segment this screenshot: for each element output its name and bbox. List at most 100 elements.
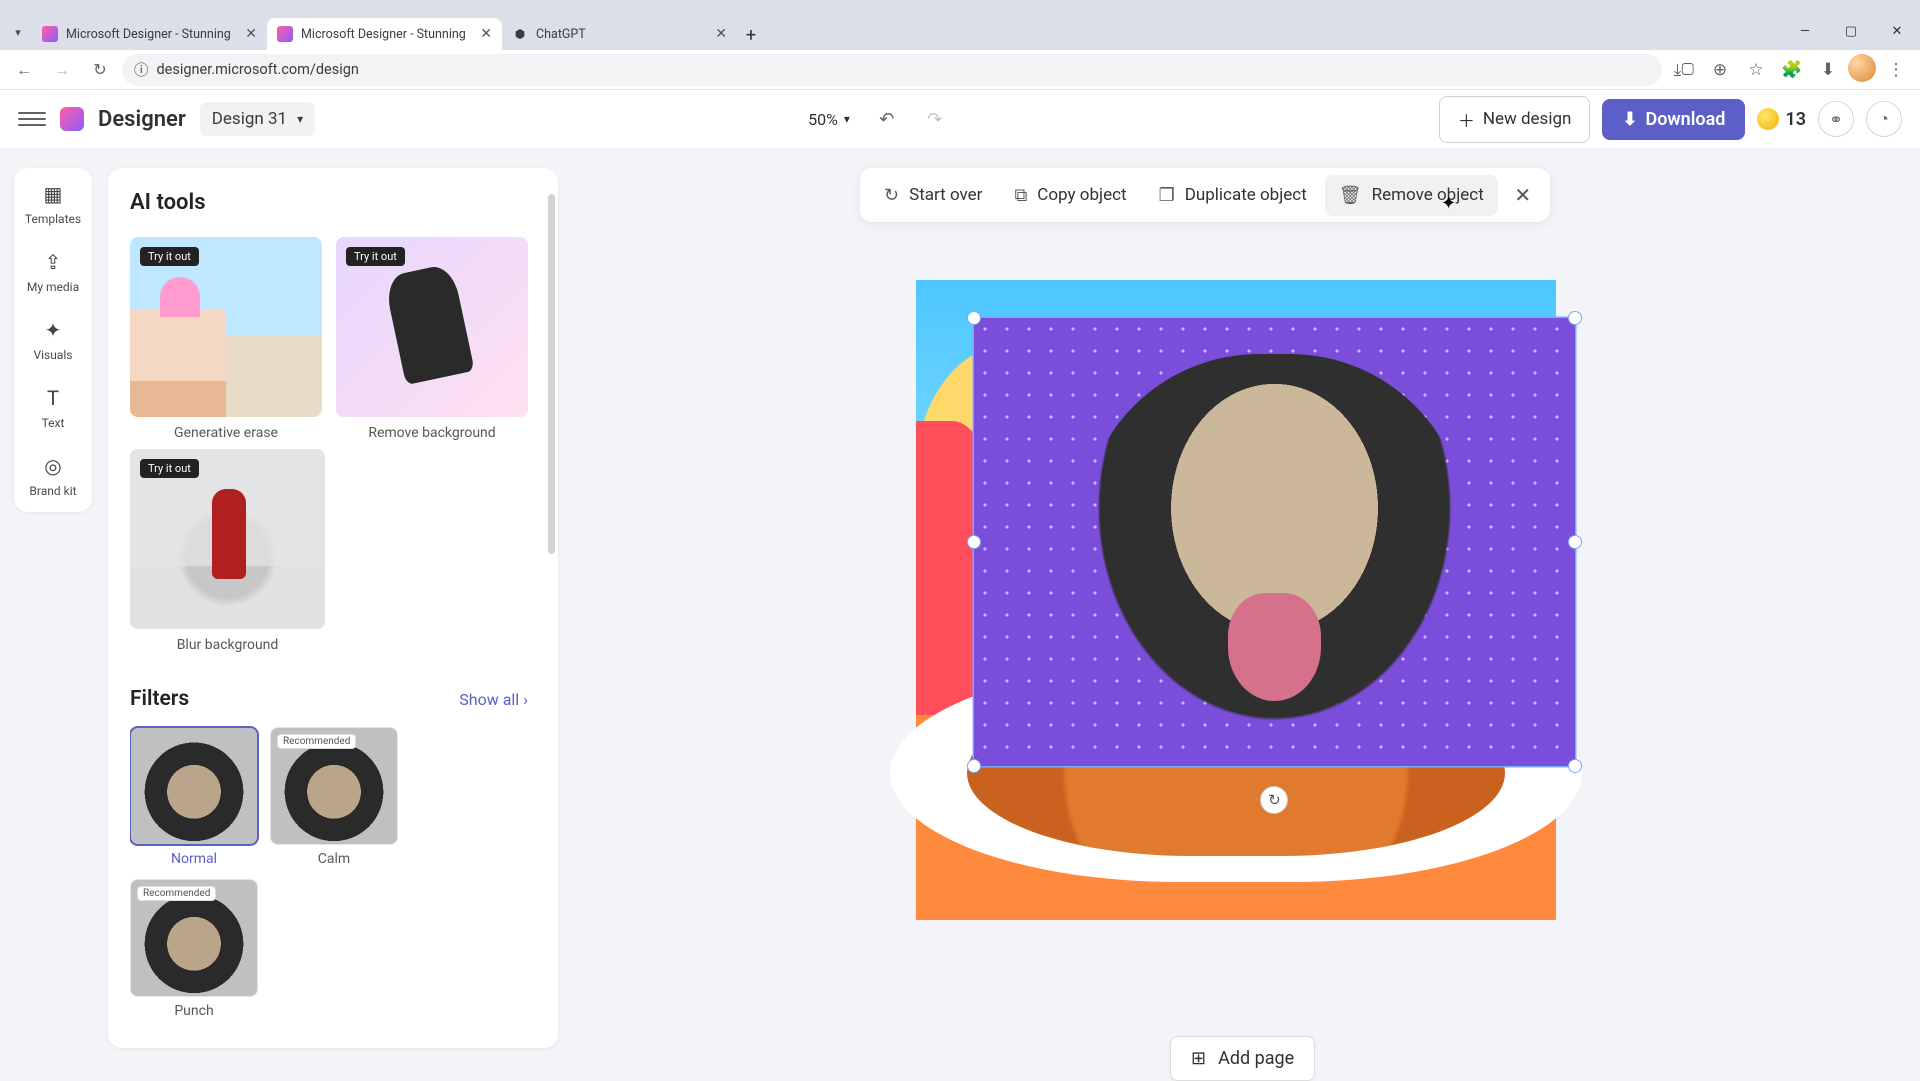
bookmark-icon[interactable]: ☆	[1740, 54, 1772, 86]
side-panel: AI tools Try it out Generative erase Try…	[108, 168, 558, 1048]
redo-button[interactable]: ↷	[918, 102, 952, 136]
add-page-button[interactable]: ⊞ Add page	[1170, 1036, 1315, 1081]
download-button[interactable]: ⬇ Download	[1602, 99, 1745, 140]
new-design-button[interactable]: ＋ New design	[1439, 96, 1591, 143]
coin-icon	[1757, 108, 1779, 130]
start-over-button[interactable]: ↻ Start over	[870, 175, 996, 216]
try-it-out-badge: Try it out	[140, 247, 199, 266]
duplicate-object-button[interactable]: ❐ Duplicate object	[1145, 175, 1321, 216]
tab-title: Microsoft Designer - Stunning	[66, 27, 237, 42]
dog-image	[1082, 354, 1467, 739]
window-close-button[interactable]: ✕	[1874, 12, 1920, 50]
text-icon: T	[47, 386, 59, 410]
filter-normal[interactable]: Normal	[130, 727, 258, 867]
scrollbar-thumb[interactable]	[548, 194, 555, 554]
nav-forward-button[interactable]: →	[46, 54, 78, 86]
tool-thumbnail: Try it out	[130, 237, 322, 417]
resize-handle[interactable]	[967, 759, 981, 773]
duplicate-icon: ❐	[1159, 185, 1175, 206]
templates-icon: ▦	[44, 182, 63, 206]
filter-thumbnail	[130, 727, 258, 845]
tool-label: Remove background	[336, 425, 528, 441]
filter-punch[interactable]: Recommended Punch	[130, 879, 258, 1019]
show-all-filters[interactable]: Show all ›	[459, 690, 528, 709]
resize-handle[interactable]	[1568, 535, 1582, 549]
close-icon[interactable]: ✕	[480, 26, 492, 42]
resize-handle[interactable]	[967, 535, 981, 549]
rail-label: Text	[42, 416, 65, 430]
show-all-label: Show all	[459, 690, 519, 709]
nav-back-button[interactable]: ←	[8, 54, 40, 86]
url-text: designer.microsoft.com/design	[157, 61, 359, 78]
ai-tool-remove-background[interactable]: Try it out Remove background	[336, 237, 528, 441]
filter-calm[interactable]: Recommended Calm	[270, 727, 398, 867]
plus-icon: ＋	[1458, 107, 1475, 132]
close-icon[interactable]: ✕	[245, 26, 257, 42]
site-info-icon[interactable]: ⓘ	[134, 59, 149, 80]
rail-brand-kit[interactable]: ◎ Brand kit	[29, 454, 76, 498]
url-input[interactable]: ⓘ designer.microsoft.com/design	[122, 54, 1662, 86]
rail-label: Brand kit	[29, 484, 76, 498]
browser-menu-icon[interactable]: ⋮	[1880, 54, 1912, 86]
filter-label: Calm	[270, 851, 398, 867]
close-toolbar-button[interactable]: ✕	[1506, 183, 1540, 207]
design-name-dropdown[interactable]: Design 31 ▾	[200, 102, 315, 136]
remove-object-button[interactable]: 🗑 Remove object	[1325, 175, 1498, 216]
tab-list-button[interactable]: ▾	[8, 22, 28, 42]
chatgpt-favicon: ⬢	[512, 26, 528, 42]
rail-visuals[interactable]: ✦ Visuals	[33, 318, 72, 362]
chevron-down-icon: ▾	[844, 112, 850, 126]
filter-thumbnail: Recommended	[130, 879, 258, 997]
window-minimize-button[interactable]: —	[1782, 12, 1828, 50]
zoom-value: 50%	[808, 110, 838, 129]
browser-tab[interactable]: Microsoft Designer - Stunning ✕	[267, 18, 502, 50]
filter-thumbnail: Recommended	[270, 727, 398, 845]
extensions-icon[interactable]: 🧩	[1776, 54, 1808, 86]
resize-handle[interactable]	[967, 311, 981, 325]
tab-title: ChatGPT	[536, 27, 707, 42]
undo-button[interactable]: ↶	[870, 102, 904, 136]
browser-tab[interactable]: Microsoft Designer - Stunning ✕	[32, 18, 267, 50]
window-titlebar	[0, 0, 1920, 12]
app-header: Designer Design 31 ▾ 50% ▾ ↶ ↷ ＋ New des…	[0, 90, 1920, 148]
ai-tool-blur-background[interactable]: Try it out Blur background	[130, 449, 325, 653]
copy-object-button[interactable]: ⧉ Copy object	[1000, 175, 1140, 216]
menu-button[interactable]	[18, 105, 46, 133]
zoom-dropdown[interactable]: 50% ▾	[802, 106, 856, 133]
browser-tab[interactable]: ⬢ ChatGPT ✕	[502, 18, 737, 50]
resize-handle[interactable]	[1568, 311, 1582, 325]
share-button[interactable]: ⚭	[1818, 101, 1854, 137]
rail-text[interactable]: T Text	[42, 386, 65, 430]
filters-title: Filters	[130, 687, 189, 711]
profile-avatar[interactable]	[1848, 54, 1876, 82]
tab-title: Microsoft Designer - Stunning	[301, 27, 472, 42]
install-app-icon[interactable]: ⤓▢	[1668, 54, 1700, 86]
design-canvas[interactable]: ↻	[916, 280, 1556, 920]
panel-title: AI tools	[130, 190, 528, 215]
panel-scrollbar[interactable]	[544, 190, 558, 1026]
chevron-down-icon: ▾	[297, 112, 303, 126]
selected-object[interactable]: ↻	[974, 318, 1576, 766]
rail-my-media[interactable]: ⇪ My media	[27, 250, 79, 294]
new-tab-button[interactable]: +	[737, 25, 765, 46]
account-button[interactable]: ◔	[1866, 101, 1902, 137]
close-icon[interactable]: ✕	[715, 26, 727, 42]
remove-object-label: Remove object	[1372, 185, 1484, 205]
browser-address-bar: ← → ↻ ⓘ designer.microsoft.com/design ⤓▢…	[0, 50, 1920, 90]
rail-label: My media	[27, 280, 79, 294]
ai-tool-generative-erase[interactable]: Try it out Generative erase	[130, 237, 322, 441]
filter-label: Punch	[130, 1003, 258, 1019]
tool-label: Blur background	[130, 637, 325, 653]
recommended-badge: Recommended	[277, 734, 356, 749]
start-over-label: Start over	[909, 185, 982, 205]
page-zoom-icon[interactable]: ⊕	[1704, 54, 1736, 86]
rail-label: Templates	[25, 212, 81, 226]
nav-reload-button[interactable]: ↻	[84, 54, 116, 86]
credits-counter[interactable]: 13	[1757, 108, 1806, 130]
window-maximize-button[interactable]: ▢	[1828, 12, 1874, 50]
tool-thumbnail: Try it out	[336, 237, 528, 417]
trash-icon: 🗑	[1339, 185, 1362, 206]
rail-templates[interactable]: ▦ Templates	[25, 182, 81, 226]
downloads-icon[interactable]: ⬇	[1812, 54, 1844, 86]
designer-logo-icon	[60, 107, 84, 131]
